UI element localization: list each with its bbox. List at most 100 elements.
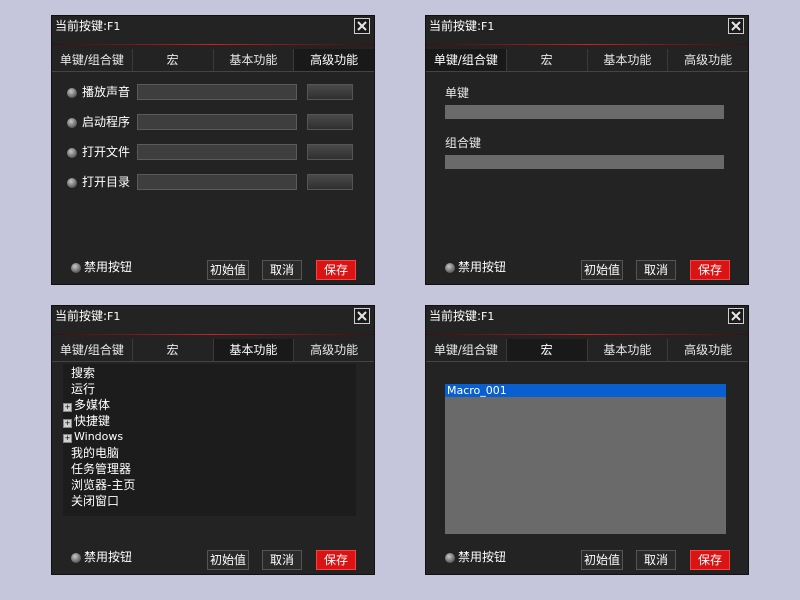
tab-bar: 单键/组合键 宏 基本功能 高级功能: [426, 339, 748, 362]
current-key-value: F1: [107, 20, 121, 33]
disable-button-toggle[interactable]: 禁用按钮: [444, 548, 524, 566]
macro-list[interactable]: Macro_001: [445, 384, 726, 534]
tab-single-combo[interactable]: 单键/组合键: [52, 339, 133, 361]
tree-item[interactable]: 任务管理器: [71, 461, 131, 477]
tab-bar: 单键/组合键 宏 基本功能 高级功能: [52, 49, 374, 72]
radio-icon[interactable]: [66, 147, 78, 159]
tree-item[interactable]: 我的电脑: [71, 445, 119, 461]
tab-macro[interactable]: 宏: [133, 49, 214, 71]
cancel-button[interactable]: 取消: [636, 260, 676, 280]
close-button[interactable]: [728, 18, 744, 34]
reset-default-button[interactable]: 初始值: [581, 550, 623, 570]
tab-advanced[interactable]: 高级功能: [668, 49, 748, 71]
tree-item[interactable]: + 快捷键: [63, 413, 110, 429]
tree-item[interactable]: 浏览器-主页: [71, 477, 135, 493]
tab-single-combo[interactable]: 单键/组合键: [52, 49, 133, 71]
cancel-button[interactable]: 取消: [262, 550, 302, 570]
disable-label: 禁用按钮: [84, 550, 133, 564]
reset-default-button[interactable]: 初始值: [207, 260, 249, 280]
cancel-button[interactable]: 取消: [636, 550, 676, 570]
close-icon: [357, 21, 367, 31]
disable-label: 禁用按钮: [458, 550, 507, 564]
path-field[interactable]: [137, 84, 297, 100]
tab-bar: 单键/组合键 宏 基本功能 高级功能: [52, 339, 374, 362]
option-label: 启动程序: [82, 115, 131, 129]
tab-basic[interactable]: 基本功能: [588, 49, 669, 71]
radio-icon[interactable]: [66, 87, 78, 99]
browse-button[interactable]: [307, 144, 353, 160]
expand-plus-icon[interactable]: +: [63, 419, 72, 428]
reset-default-button[interactable]: 初始值: [581, 260, 623, 280]
option-label: 打开文件: [82, 145, 131, 159]
tab-basic[interactable]: 基本功能: [213, 339, 295, 361]
panel-title: 当前按键:F1: [426, 16, 748, 36]
current-key-value: F1: [481, 20, 495, 33]
save-button[interactable]: 保存: [690, 550, 730, 570]
tree-item[interactable]: 搜索: [71, 365, 95, 381]
tab-macro[interactable]: 宏: [506, 339, 588, 361]
current-key-label: 当前按键:: [55, 19, 108, 33]
settings-panel-single-combo: 当前按键:F1 单键/组合键 宏 基本功能 高级功能 单键 组合键 禁用按钮 初…: [425, 15, 749, 285]
settings-panel-basic: 当前按键:F1 单键/组合键 宏 基本功能 高级功能 搜索 运行 + 多媒体 + 快…: [51, 305, 375, 575]
macro-list-item[interactable]: Macro_001: [445, 384, 726, 397]
disable-button-toggle[interactable]: 禁用按钮: [70, 258, 150, 276]
tree-item[interactable]: + Windows: [63, 429, 123, 445]
save-button[interactable]: 保存: [316, 260, 356, 280]
option-row-open-directory: 打开目录: [66, 173, 366, 191]
path-field[interactable]: [137, 114, 297, 130]
tab-basic[interactable]: 基本功能: [588, 339, 669, 361]
tab-single-combo[interactable]: 单键/组合键: [426, 339, 507, 361]
expand-plus-icon[interactable]: +: [63, 403, 72, 412]
tab-advanced[interactable]: 高级功能: [668, 339, 748, 361]
browse-button[interactable]: [307, 174, 353, 190]
tab-single-combo[interactable]: 单键/组合键: [426, 49, 507, 71]
radio-icon[interactable]: [66, 117, 78, 129]
current-key-label: 当前按键:: [55, 309, 108, 323]
save-button[interactable]: 保存: [316, 550, 356, 570]
tab-macro[interactable]: 宏: [133, 339, 214, 361]
close-button[interactable]: [728, 308, 744, 324]
single-key-field[interactable]: [445, 105, 724, 119]
radio-icon[interactable]: [70, 262, 82, 274]
panel-title: 当前按键:F1: [52, 306, 374, 326]
option-label: 播放声音: [82, 85, 131, 99]
tab-macro[interactable]: 宏: [507, 49, 588, 71]
cancel-button[interactable]: 取消: [262, 260, 302, 280]
panel-title: 当前按键:F1: [52, 16, 374, 36]
radio-icon[interactable]: [444, 552, 456, 564]
combo-key-field[interactable]: [445, 155, 724, 169]
tree-item[interactable]: 运行: [71, 381, 95, 397]
browse-button[interactable]: [307, 114, 353, 130]
current-key-label: 当前按键:: [429, 19, 482, 33]
radio-icon[interactable]: [66, 177, 78, 189]
radio-icon[interactable]: [444, 262, 456, 274]
expand-plus-icon[interactable]: +: [63, 434, 72, 443]
path-field[interactable]: [137, 144, 297, 160]
tree-item-label: 多媒体: [74, 398, 111, 412]
settings-panel-macro: 当前按键:F1 单键/组合键 宏 基本功能 高级功能 Macro_001 禁用按…: [425, 305, 749, 575]
disable-button-toggle[interactable]: 禁用按钮: [70, 548, 150, 566]
browse-button[interactable]: [307, 84, 353, 100]
reset-default-button[interactable]: 初始值: [207, 550, 249, 570]
tree-item[interactable]: + 多媒体: [63, 397, 110, 413]
tree-item-label: 任务管理器: [71, 462, 132, 476]
close-button[interactable]: [354, 308, 370, 324]
single-key-label: 单键: [445, 86, 470, 100]
save-button[interactable]: 保存: [690, 260, 730, 280]
tree-item-label: 搜索: [71, 366, 96, 380]
tab-advanced[interactable]: 高级功能: [294, 339, 374, 361]
path-field[interactable]: [137, 174, 297, 190]
accent-line: [52, 44, 374, 45]
tree-item[interactable]: 关闭窗口: [71, 493, 119, 509]
disable-button-toggle[interactable]: 禁用按钮: [444, 258, 524, 276]
option-row-open-file: 打开文件: [66, 143, 366, 161]
tab-advanced[interactable]: 高级功能: [294, 49, 374, 71]
current-key-value: F1: [107, 310, 121, 323]
radio-icon[interactable]: [70, 552, 82, 564]
combo-key-label: 组合键: [445, 136, 482, 150]
tab-basic[interactable]: 基本功能: [214, 49, 295, 71]
tree-item-label: 快捷键: [74, 414, 111, 428]
accent-line: [426, 334, 748, 335]
option-label: 打开目录: [82, 175, 131, 189]
close-button[interactable]: [354, 18, 370, 34]
